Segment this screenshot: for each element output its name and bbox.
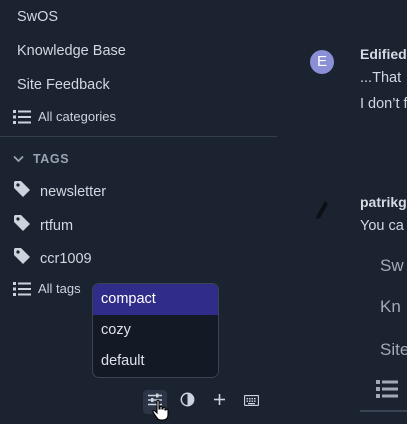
sidebar: SwOS Knowledge Base Site Feedback All ca… [0,0,277,424]
all-tags-label: All tags [38,281,81,296]
density-option-cozy[interactable]: cozy [93,315,218,346]
list-icon [13,281,31,296]
quoted-category-item[interactable]: Sw [380,256,404,276]
theme-toggle-button[interactable] [175,390,199,414]
quoted-category-item[interactable]: Kn [380,297,401,317]
tag-icon [13,247,31,270]
density-menu: compact cozy default [92,283,219,378]
quoted-category-item[interactable]: Site [380,340,407,360]
keyboard-shortcuts-button[interactable] [239,390,263,414]
list-icon [13,109,31,124]
plus-icon [213,393,226,411]
sidebar-item-site-feedback[interactable]: Site Feedback [17,77,110,93]
hand-cursor-icon [152,399,170,421]
avatar[interactable] [315,200,329,225]
sidebar-item-tag-newsletter[interactable]: newsletter [13,180,106,203]
all-categories-label: All categories [38,109,117,124]
post-author[interactable]: Edified [360,46,407,62]
topic-stream: E Edified ...That I don’t f patrikg You … [277,0,407,424]
sidebar-item-knowledge-base[interactable]: Knowledge Base [17,43,126,59]
post-text-line: You ca [360,218,404,234]
density-option-compact[interactable]: compact [93,284,218,315]
tags-section-toggle[interactable]: TAGS [13,150,69,168]
sidebar-divider [0,136,277,137]
post-text-line: I don’t f [360,96,407,112]
post-divider [360,410,407,412]
tags-section-title: TAGS [33,152,70,166]
tag-icon [13,214,31,237]
tag-label: ccr1009 [40,250,92,267]
all-tags-link[interactable]: All tags [13,281,81,296]
contrast-icon [180,392,195,412]
sidebar-item-tag-rtfum[interactable]: rtfum [13,214,73,237]
avatar[interactable]: E [310,50,334,74]
tag-label: rtfum [40,217,74,234]
density-option-default[interactable]: default [93,346,218,377]
post-text-line: ...That [360,70,402,86]
sidebar-item-swos[interactable]: SwOS [17,9,58,25]
tag-icon [13,180,31,203]
tag-label: newsletter [40,183,107,200]
add-button[interactable] [207,390,231,414]
keyboard-icon [243,393,259,411]
list-icon [376,380,398,403]
post-author[interactable]: patrikg [360,194,407,210]
all-categories-link[interactable]: All categories [13,109,116,124]
chevron-down-icon [13,150,24,168]
sidebar-item-tag-ccr1009[interactable]: ccr1009 [13,247,92,270]
